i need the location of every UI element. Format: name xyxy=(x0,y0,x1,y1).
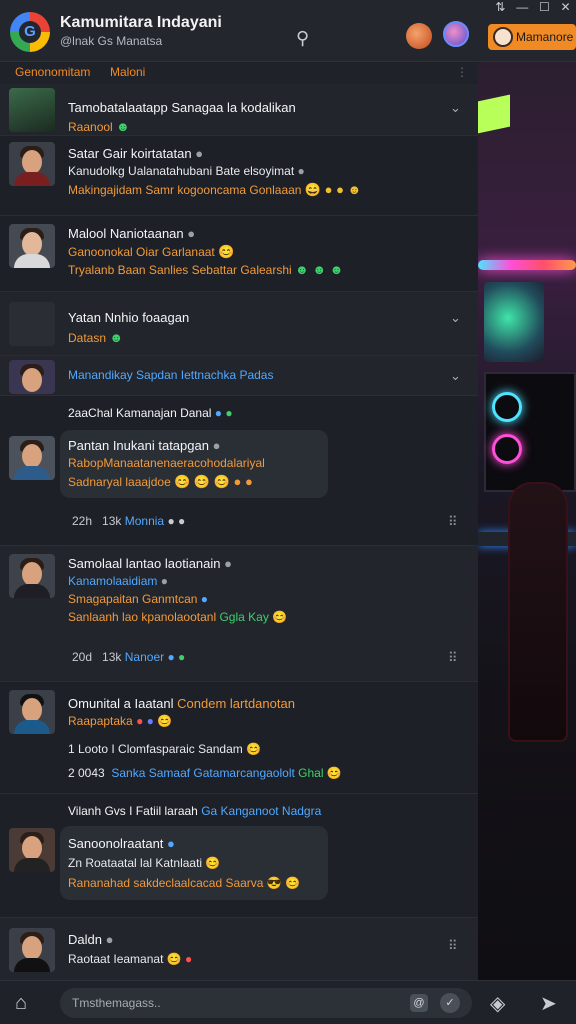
list-item[interactable]: Malool Naniotaanan ● Ganoonokal Oiar Gar… xyxy=(0,216,478,292)
list-item[interactable]: Pantan Inukani tatapgan ● RabopManaatane… xyxy=(0,430,478,546)
gaming-chair xyxy=(508,482,568,742)
led-strip xyxy=(478,260,576,270)
item-text: Smagapaitan Ganmtcan ● xyxy=(68,592,209,606)
pc-case xyxy=(484,372,576,492)
avatar xyxy=(9,828,55,872)
item-title: Omunital a Iaatanl Condem lartdanotan xyxy=(68,696,295,711)
message-input[interactable] xyxy=(72,993,392,1013)
top-bar: G Kamumitara Indayani @lnak Gs Manatsa ⚲… xyxy=(0,0,576,62)
item-subtitle: Raanool ☻ xyxy=(68,119,130,134)
home-icon[interactable]: ⌂ xyxy=(15,992,39,1014)
item-text: Kanamolaaidiam ● xyxy=(68,574,168,588)
list-item[interactable]: Yatan Nnhio foaagan Datasn ☻ ⌄ xyxy=(0,292,478,356)
list-item[interactable]: Samolaal lantao laotianain ● Kanamolaaid… xyxy=(0,546,478,682)
sub-navigation: Genonomitam Maloni ⋮ xyxy=(0,62,478,84)
meta-line: 22h 13k Monnia ● ● xyxy=(72,514,186,528)
avatar[interactable] xyxy=(406,23,432,49)
avatar xyxy=(9,360,55,394)
wall-poster xyxy=(484,282,544,362)
item-title: 2aaChal Kamanajan Danal ● ● xyxy=(68,406,233,420)
list-item[interactable]: Sanoonolraatant ● Zn Roataatal lal Katnl… xyxy=(0,826,478,918)
app-logo-letter: G xyxy=(24,23,36,40)
item-text: Makingajidam Samr kogooncama Gonlaaan 😄 … xyxy=(68,182,362,197)
case-fan xyxy=(492,392,522,422)
attach-button[interactable]: @ xyxy=(410,994,428,1012)
chevron-down-icon[interactable]: ⌄ xyxy=(450,368,461,384)
item-title: Daldn ● xyxy=(68,932,114,947)
more-icon[interactable]: ⋮ xyxy=(456,65,468,79)
item-text: 2 0043 Sanka Samaaf Gatamarcangaololt Gh… xyxy=(68,766,342,780)
item-text: 1 Looto I Clomfasparaic Sandam 😊 xyxy=(68,742,262,756)
tab-left[interactable]: Genonomitam xyxy=(15,65,90,79)
list-item[interactable]: 2aaChal Kamanajan Danal ● ● xyxy=(0,396,478,430)
grid-icon[interactable]: ⠿ xyxy=(448,650,457,666)
chevron-down-icon[interactable]: ⌄ xyxy=(450,100,461,116)
minimize-icon[interactable]: — xyxy=(516,0,528,18)
wall-panel xyxy=(478,94,510,134)
item-title: Satar Gair koirtatatan ● xyxy=(68,146,204,161)
item-title: Samolaal lantao laotianain ● xyxy=(68,556,232,571)
list-item[interactable]: Manandikay Sapdan Iettnachka Padas ⌄ xyxy=(0,356,478,396)
avatar[interactable] xyxy=(443,21,469,47)
chat-subtitle: @lnak Gs Manatsa xyxy=(60,34,163,48)
item-subtitle: Datasn ☻ xyxy=(68,330,124,345)
avatar xyxy=(9,554,55,598)
item-text: Rananahad sakdeclaalcacad Saarva 😎 😊 xyxy=(68,876,301,890)
item-title: Malool Naniotaanan ● xyxy=(68,226,196,241)
list-item[interactable]: Vilanh Gvs I Fatiil laraah Ga Kanganoot … xyxy=(0,794,478,826)
avatar xyxy=(9,88,55,132)
search-icon[interactable]: ⚲ xyxy=(296,28,309,49)
meta-line: 20d 13k Nanoer ● ● xyxy=(72,650,186,664)
item-text: Sadnaryal laaajdoe 😊 😊 😊 ● ● xyxy=(68,474,253,489)
voice-icon[interactable]: ◈ xyxy=(490,991,505,1016)
grid-icon[interactable]: ⠿ xyxy=(448,938,457,954)
item-text: Ganoonokal Oiar Garlanaat 😊 xyxy=(68,244,235,259)
avatar xyxy=(493,27,513,47)
emoji-button[interactable]: ✓ xyxy=(440,993,460,1013)
app-logo[interactable]: G xyxy=(10,12,50,52)
list-item[interactable]: Omunital a Iaatanl Condem lartdanotan Ra… xyxy=(0,682,478,794)
restore-icon[interactable]: ⇅ xyxy=(495,0,505,18)
list-item[interactable]: Satar Gair koirtatatan ● Kanudolkg Ualan… xyxy=(0,136,478,216)
item-title: Tamobatalaatapp Sanagaa la kodalikan xyxy=(68,100,296,115)
message-feed[interactable]: Tamobatalaatapp Sanagaa la kodalikan Raa… xyxy=(0,84,478,980)
send-icon[interactable]: ➤ xyxy=(540,991,557,1016)
avatar xyxy=(9,436,55,480)
avatar xyxy=(9,928,55,972)
item-title: Vilanh Gvs I Fatiil laraah Ga Kanganoot … xyxy=(68,804,322,818)
item-title: Sanoonolraatant ● xyxy=(68,836,175,851)
avatar xyxy=(9,690,55,734)
chat-title: Kamumitara Indayani xyxy=(60,14,222,31)
avatar xyxy=(9,142,55,186)
list-item[interactable]: Tamobatalaatapp Sanagaa la kodalikan Raa… xyxy=(0,84,478,136)
item-text: RabopManaatanenaeracohodalariyal xyxy=(68,456,265,470)
avatar xyxy=(9,224,55,268)
item-title: Yatan Nnhio foaagan xyxy=(68,310,190,325)
list-item[interactable]: Daldn ● Raotaat Ieamanat 😊 ● ⠿ xyxy=(0,918,478,980)
item-title: Manandikay Sapdan Iettnachka Padas xyxy=(68,368,274,382)
maximize-icon[interactable]: ☐ xyxy=(539,0,550,18)
item-text: Kanudolkg Ualanatahubani Bate elsoyimat … xyxy=(68,164,305,178)
avatar xyxy=(9,302,55,346)
item-text: Tryalanb Baan Sanlies Sebattar Galearshi… xyxy=(68,262,344,277)
item-text: Zn Roataatal lal Katnlaati 😊 xyxy=(68,856,221,870)
item-text: Sanlaanh lao kpanolaootanl Ggla Kay 😊 xyxy=(68,610,288,624)
message-composer: @ ✓ xyxy=(60,988,472,1018)
background-image xyxy=(478,62,576,980)
item-title: Pantan Inukani tatapgan ● xyxy=(68,438,221,453)
profile-button-label: Mamanore xyxy=(516,30,574,44)
item-text: Raotaat Ieamanat 😊 ● xyxy=(68,952,193,966)
tab-right[interactable]: Maloni xyxy=(110,65,145,79)
case-fan xyxy=(492,434,522,464)
grid-icon[interactable]: ⠿ xyxy=(448,514,457,530)
bottom-bar: ⌂ @ ✓ ◈ ➤ xyxy=(0,980,576,1024)
window-controls: ⇅ — ☐ ✕ xyxy=(490,0,576,18)
profile-button[interactable]: Mamanore xyxy=(488,24,576,50)
chevron-down-icon[interactable]: ⌄ xyxy=(450,310,461,326)
close-icon[interactable]: ✕ xyxy=(561,0,571,18)
item-text: Raapaptaka ● ● 😊 xyxy=(68,714,173,728)
